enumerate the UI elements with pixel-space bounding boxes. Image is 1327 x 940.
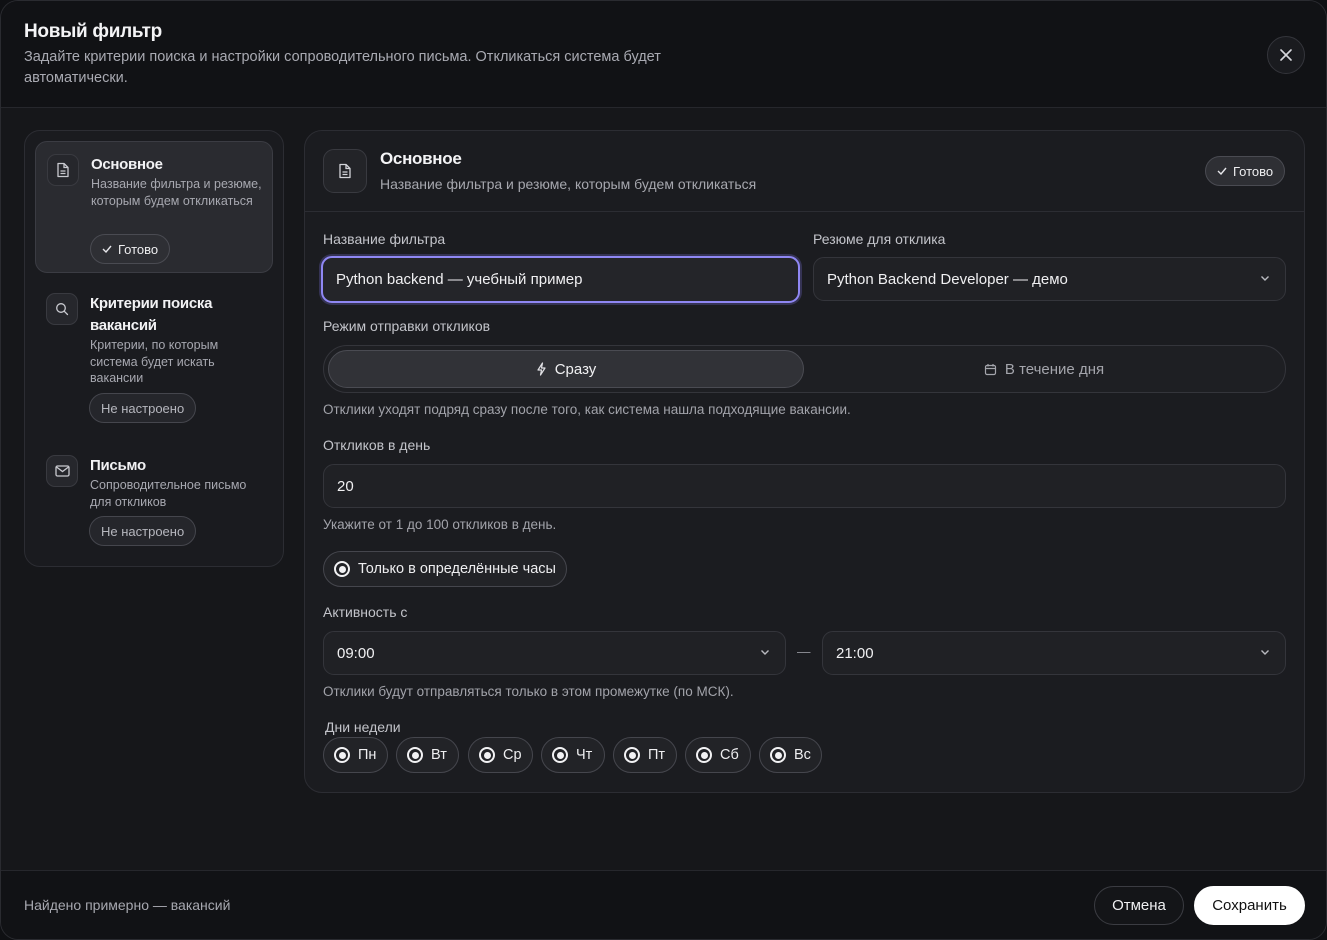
per-day-hint: Укажите от 1 до 100 откликов в день. [323,517,557,532]
found-vacancies-text: Найдено примерно — вакансий [24,897,231,913]
dialog-title: Новый фильтр [24,21,162,42]
chevron-down-icon [761,650,769,655]
mode-option-immediate[interactable]: Сразу [328,350,804,388]
weekday-label: Пн [358,747,377,763]
save-button[interactable]: Сохранить [1194,886,1305,925]
time-to-select[interactable]: 21:00 [822,631,1286,675]
activity-hint: Отклики будут отправляться только в этом… [323,684,734,699]
chevron-down-icon [1261,650,1269,655]
chevron-down-icon [1261,276,1269,281]
per-day-input[interactable]: 20 [323,464,1286,508]
weekday-label: Вт [431,747,447,763]
time-from-select[interactable]: 09:00 [323,631,786,675]
activity-label: Активность с [323,604,408,620]
filter-name-value: Python backend — учебный пример [336,271,583,288]
weekday-label: Вс [794,747,811,763]
document-icon [323,149,367,193]
filter-name-label: Название фильтра [323,231,446,247]
basic-settings-panel: Основное Название фильтра и резюме, кото… [304,130,1305,793]
mode-label: Режим отправки откликов [323,318,491,334]
time-to-value: 21:00 [836,644,874,662]
weekday-chip-tue[interactable]: Вт [396,737,459,773]
time-from-value: 09:00 [337,644,375,662]
radio-checked-icon [479,747,495,763]
weekday-chip-thu[interactable]: Чт [541,737,605,773]
sidebar-item-criteria[interactable]: Критерии поиска вакансий Критерии, по ко… [35,281,273,431]
status-badge: Не настроено [89,516,197,546]
steps-sidebar: Основное Название фильтра и резюме, кото… [24,130,284,567]
status-badge: Не настроено [89,393,197,423]
status-badge-label: Не настроено [101,400,185,416]
per-day-label: Откликов в день [323,437,431,453]
weekday-label: Чт [576,747,593,763]
filter-name-input[interactable]: Python backend — учебный пример [321,256,800,303]
calendar-icon [984,363,996,375]
weekday-chip-wed[interactable]: Ср [468,737,533,773]
sidebar-item-description: Критерии, по которым система будет искат… [90,338,219,385]
radio-checked-icon [552,747,568,763]
radio-checked-icon [334,561,350,577]
lightning-icon [537,362,546,376]
panel-subtitle: Название фильтра и резюме, которым будем… [380,176,757,192]
mode-option-during-day[interactable]: В течение дня [806,350,1282,388]
weekdays-label: Дни недели [325,719,401,735]
dialog-subtitle: Задайте критерии поиска и настройки сопр… [24,49,661,86]
resume-label: Резюме для отклика [813,231,946,247]
sidebar-item-basic[interactable]: Основное Название фильтра и резюме, кото… [35,141,273,273]
close-button[interactable] [1267,36,1305,74]
panel-header: Основное Название фильтра и резюме, кото… [305,131,1304,212]
status-badge-label: Готово [118,241,159,257]
weekday-chip-sat[interactable]: Сб [685,737,751,773]
document-icon [47,154,79,186]
check-icon [1217,167,1227,175]
dialog-body: Основное Название фильтра и резюме, кото… [1,108,1326,870]
sidebar-item-title: Письмо [90,457,146,474]
resume-value: Python Backend Developer — демо [827,270,1068,288]
status-badge-label: Не настроено [101,523,185,539]
status-badge: Готово [90,234,171,264]
per-day-value: 20 [337,477,354,495]
radio-checked-icon [770,747,786,763]
status-badge-label: Готово [1233,163,1274,179]
radio-checked-icon [696,747,712,763]
weekday-chip-fri[interactable]: Пт [613,737,677,773]
weekday-chip-sun[interactable]: Вс [759,737,822,773]
weekday-label: Сб [720,747,739,763]
weekday-label: Ср [503,747,522,763]
sidebar-item-description: Сопроводительное письмо для откликов [90,478,247,509]
mode-hint: Отклики уходят подряд сразу после того, … [323,402,851,417]
send-mode-toggle: Сразу В течение дня [323,345,1286,393]
sidebar-item-description: Название фильтра и резюме, которым будем… [91,177,262,208]
mode-option-label: Сразу [554,360,597,378]
sidebar-item-title: Основное [91,156,163,173]
radio-checked-icon [334,747,350,763]
new-filter-dialog: Новый фильтр Задайте критерии поиска и н… [0,0,1327,940]
sidebar-item-letter[interactable]: Письмо Сопроводительное письмо для откли… [35,443,273,559]
weekday-chip-mon[interactable]: Пн [323,737,388,773]
mail-icon [46,455,78,487]
resume-select[interactable]: Python Backend Developer — демо [813,257,1286,301]
close-icon [1280,49,1292,61]
cancel-button[interactable]: Отмена [1094,886,1184,925]
specific-hours-toggle[interactable]: Только в определённые часы [323,551,567,587]
sidebar-item-title: Критерии поиска вакансий [90,295,213,334]
panel-title: Основное [380,149,462,168]
search-icon [46,293,78,325]
dialog-header: Новый фильтр Задайте критерии поиска и н… [1,1,1326,108]
mode-option-label: В течение дня [1004,360,1105,378]
check-icon [102,245,112,253]
dialog-footer: Найдено примерно — вакансий Отмена Сохра… [1,870,1326,939]
radio-checked-icon [407,747,423,763]
time-range-dash: — [797,644,811,659]
weekday-label: Пт [648,747,666,763]
radio-checked-icon [624,747,640,763]
specific-hours-label: Только в определённые часы [358,561,556,577]
status-badge: Готово [1205,156,1286,186]
